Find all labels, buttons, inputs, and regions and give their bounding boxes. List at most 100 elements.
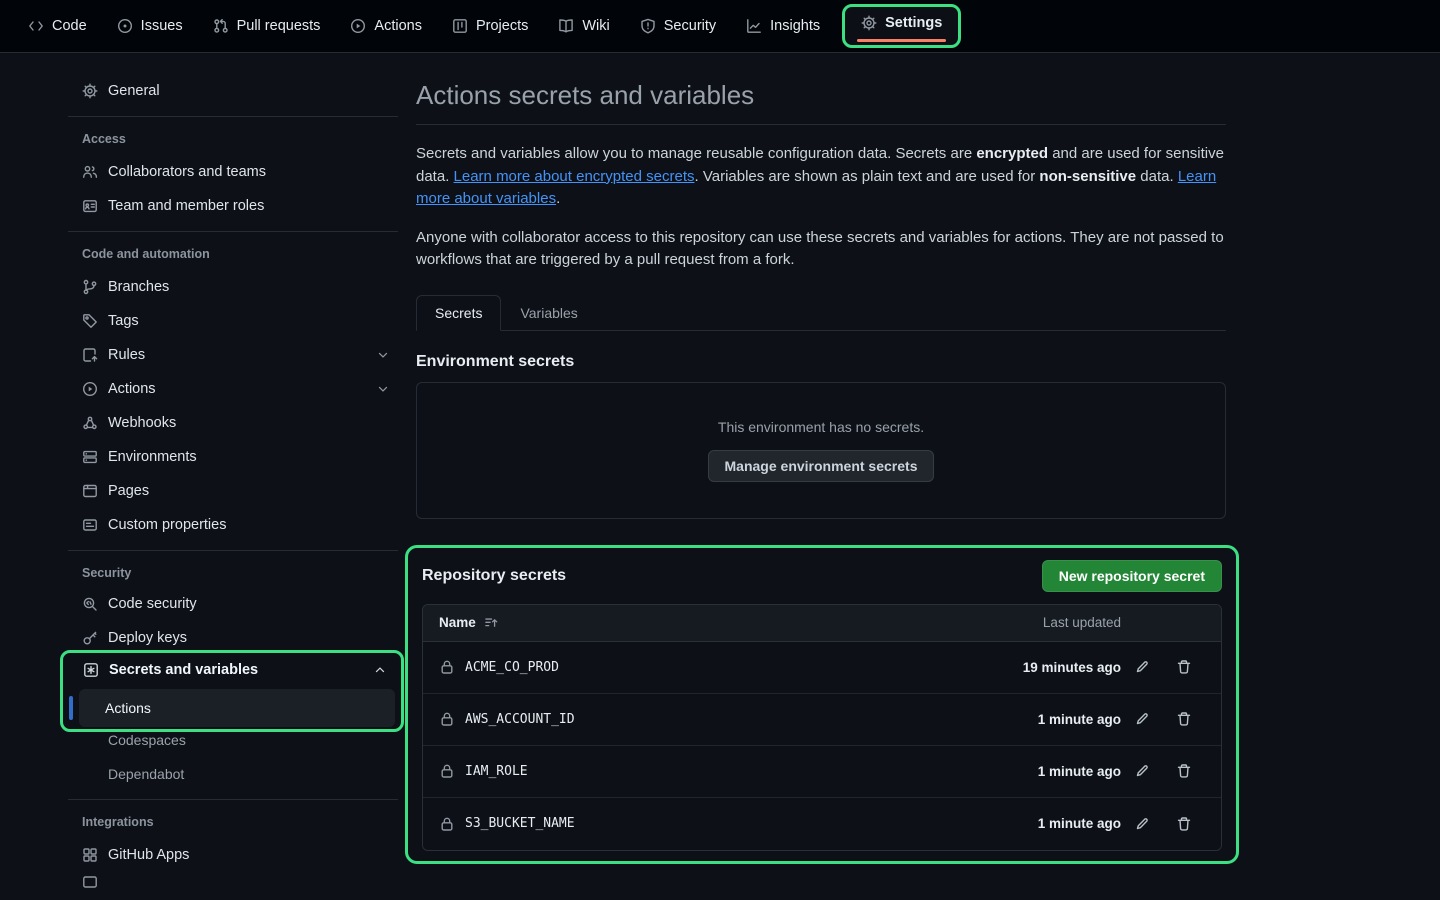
nav-tab-label: Security (664, 18, 716, 34)
sidebar-divider (68, 116, 398, 117)
environment-empty-text: This environment has no secrets. (718, 419, 924, 435)
edit-secret-button[interactable] (1121, 659, 1163, 675)
rules-icon (82, 347, 98, 363)
annotation-box-settings: Settings (842, 4, 961, 48)
edit-secret-button[interactable] (1121, 816, 1163, 832)
pencil-icon (1134, 711, 1150, 727)
nav-tab-security[interactable]: Security (630, 11, 726, 41)
shield-icon (640, 18, 656, 34)
annotation-box-repository-secrets: Repository secrets New repository secret… (405, 545, 1239, 864)
intro-paragraph: Secrets and variables allow you to manag… (416, 143, 1226, 211)
name-column-header[interactable]: Name (439, 615, 991, 630)
sidebar-item-deploy-keys[interactable]: Deploy keys (68, 623, 398, 653)
sidebar-item-actions[interactable]: Actions (68, 374, 398, 404)
git-pull-request-icon (213, 18, 229, 34)
sidebar-item-branches[interactable]: Branches (68, 272, 398, 302)
delete-secret-button[interactable] (1163, 711, 1205, 727)
environment-secrets-box: This environment has no secrets. Manage … (416, 382, 1226, 519)
chevron-up-icon[interactable] (373, 663, 387, 677)
nav-tab-settings[interactable]: Settings (853, 10, 950, 36)
sidebar-item-label: General (108, 83, 160, 99)
sidebar-item-label: Environments (108, 449, 197, 465)
secret-name: ACME_CO_PROD (465, 660, 559, 675)
repository-secrets-heading: Repository secrets (422, 567, 566, 585)
edit-secret-button[interactable] (1121, 711, 1163, 727)
sidebar-item-tags[interactable]: Tags (68, 306, 398, 336)
sidebar-item-secrets-and-variables[interactable]: Secrets and variables (69, 655, 395, 685)
sidebar-section-integrations: Integrations (68, 810, 398, 834)
sidebar-item-label: Webhooks (108, 415, 176, 431)
active-item-indicator (69, 696, 73, 720)
sidebar-item-rules[interactable]: Rules (68, 340, 398, 370)
pencil-icon (1134, 659, 1150, 675)
key-icon (82, 630, 98, 646)
sidebar-item-webhooks[interactable]: Webhooks (68, 408, 398, 438)
sidebar-subitem-codespaces[interactable]: Codespaces (68, 725, 398, 755)
secret-name-cell: IAM_ROLE (439, 763, 991, 779)
sidebar-item-custom-properties[interactable]: Custom properties (68, 510, 398, 540)
sidebar-item-label: Custom properties (108, 517, 226, 533)
issue-opened-icon (117, 18, 133, 34)
nav-tab-code[interactable]: Code (18, 11, 97, 41)
trash-icon (1176, 659, 1192, 675)
table-header-row: Name Last updated (423, 605, 1221, 642)
nav-tab-label: Projects (476, 18, 528, 34)
sidebar-section-security: Security (68, 561, 398, 585)
secret-name: AWS_ACCOUNT_ID (465, 712, 575, 727)
pencil-icon (1134, 816, 1150, 832)
nav-tab-insights[interactable]: Insights (736, 11, 830, 41)
nav-tab-pull-requests[interactable]: Pull requests (203, 11, 331, 41)
nav-tab-projects[interactable]: Projects (442, 11, 538, 41)
sidebar-item-environments[interactable]: Environments (68, 442, 398, 472)
sidebar-divider (68, 799, 398, 800)
sidebar-item-team-roles[interactable]: Team and member roles (68, 191, 398, 221)
edit-secret-button[interactable] (1121, 763, 1163, 779)
delete-secret-button[interactable] (1163, 763, 1205, 779)
page-title: Actions secrets and variables (416, 80, 1226, 111)
link-encrypted-secrets[interactable]: Learn more about encrypted secrets (454, 168, 695, 185)
manage-environment-secrets-button[interactable]: Manage environment secrets (708, 450, 935, 482)
sidebar-item-partial[interactable] (68, 874, 398, 900)
secret-name-cell: S3_BUCKET_NAME (439, 816, 991, 832)
sidebar-item-general[interactable]: General (68, 76, 398, 106)
trash-icon (1176, 763, 1192, 779)
sidebar-subitem-actions-active[interactable]: Actions (79, 689, 395, 727)
sidebar-item-label: Team and member roles (108, 198, 264, 214)
nav-tab-wiki[interactable]: Wiki (548, 11, 619, 41)
partial-icon (82, 874, 98, 890)
sidebar-item-pages[interactable]: Pages (68, 476, 398, 506)
sidebar-item-label: Actions (105, 700, 151, 716)
nav-tab-issues[interactable]: Issues (107, 11, 193, 41)
tab-variables[interactable]: Variables (501, 295, 596, 331)
collaborator-access-paragraph: Anyone with collaborator access to this … (416, 227, 1226, 272)
secret-name: IAM_ROLE (465, 764, 528, 779)
tab-secrets[interactable]: Secrets (416, 295, 501, 331)
sidebar-item-github-apps[interactable]: GitHub Apps (68, 840, 398, 870)
webhook-icon (82, 415, 98, 431)
lock-icon (439, 763, 455, 779)
delete-secret-button[interactable] (1163, 659, 1205, 675)
sidebar-item-label: Collaborators and teams (108, 164, 266, 180)
secret-last-updated: 19 minutes ago (991, 660, 1121, 675)
gear-icon (82, 83, 98, 99)
sidebar-item-code-security[interactable]: Code security (68, 589, 398, 619)
new-repository-secret-button[interactable]: New repository secret (1042, 560, 1222, 592)
intro-bold-non-sensitive: non-sensitive (1039, 168, 1136, 185)
tag-icon (82, 313, 98, 329)
nav-tab-actions[interactable]: Actions (340, 11, 432, 41)
key-asterisk-icon (83, 662, 99, 678)
sidebar-item-label: Pages (108, 483, 149, 499)
delete-secret-button[interactable] (1163, 816, 1205, 832)
sidebar-item-collaborators[interactable]: Collaborators and teams (68, 157, 398, 187)
git-branch-icon (82, 279, 98, 295)
sidebar-item-label: Secrets and variables (109, 662, 258, 678)
intro-text: . Variables are shown as plain text and … (695, 168, 1040, 185)
gear-icon (861, 15, 877, 31)
chevron-down-icon[interactable] (376, 382, 390, 396)
nav-tab-label: Insights (770, 18, 820, 34)
intro-text: Secrets and variables allow you to manag… (416, 145, 976, 162)
sidebar-divider (68, 550, 398, 551)
chevron-down-icon[interactable] (376, 348, 390, 362)
sidebar-divider (68, 231, 398, 232)
sidebar-subitem-dependabot[interactable]: Dependabot (68, 759, 398, 789)
